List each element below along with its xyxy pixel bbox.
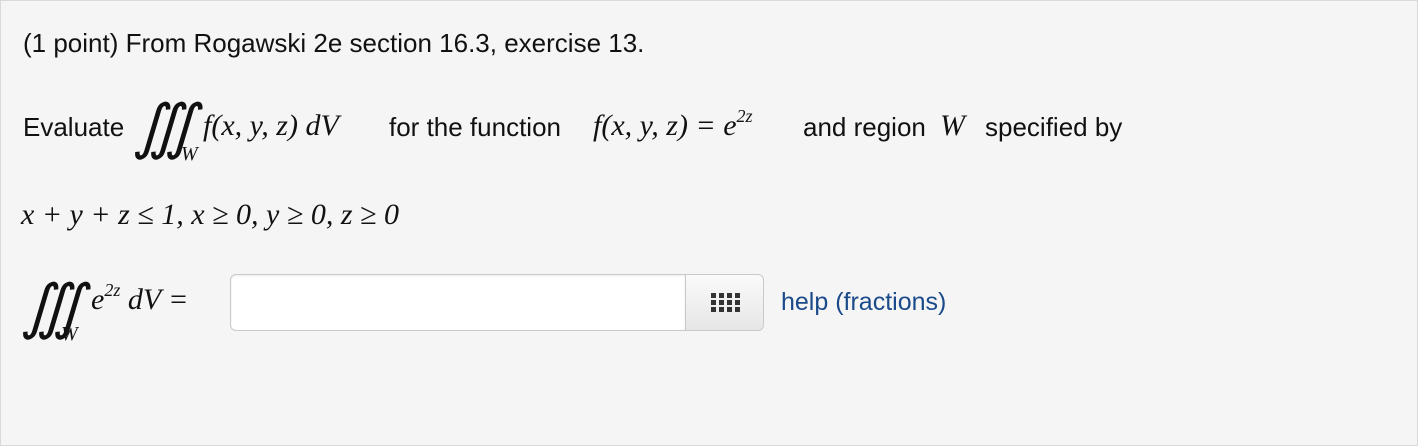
equation-palette-button[interactable] [685, 274, 764, 331]
evaluate-label: Evaluate [23, 112, 125, 142]
function-definition: f(x, y, z) = e2z [593, 106, 753, 146]
answer-input[interactable] [230, 274, 685, 331]
problem-panel: (1 point) From Rogawski 2e section 16.3,… [0, 0, 1418, 446]
answer-integral-symbol: ∭ [21, 274, 85, 340]
grid-icon [711, 293, 740, 312]
integrand: f(x, y, z) dV [203, 109, 339, 142]
answer-lhs-tail: dV = [127, 283, 189, 316]
for-the-function-label: for the function [389, 112, 561, 142]
integral-subscript: W [181, 143, 198, 165]
function-exponent: 2z [736, 106, 753, 126]
specified-by-label: specified by [985, 112, 1123, 142]
answer-lhs-base: e [91, 283, 105, 316]
triple-integral-symbol: ∭ [133, 94, 197, 160]
answer-lhs-exponent: 2z [104, 280, 121, 300]
and-region-label: and region [803, 112, 926, 142]
help-fractions-link[interactable]: help (fractions) [781, 287, 946, 317]
answer-integral-subscript: W [61, 323, 78, 345]
function-lhs: f(x, y, z) = e [593, 109, 737, 142]
problem-statement: Evaluate ∭ W f(x, y, z) dV for the funct… [23, 91, 1403, 171]
problem-header: (1 point) From Rogawski 2e section 16.3,… [23, 28, 645, 58]
answer-lhs: e2z dV = [91, 280, 189, 320]
region-inequalities: x + y + z ≤ 1, x ≥ 0, y ≥ 0, z ≥ 0 [21, 198, 399, 231]
region-name: W [940, 109, 965, 142]
